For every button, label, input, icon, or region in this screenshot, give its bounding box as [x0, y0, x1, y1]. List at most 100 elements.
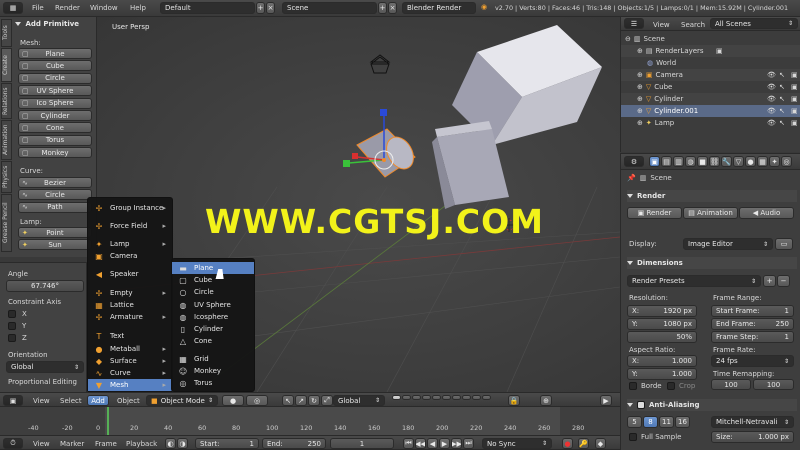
render-panel-header[interactable]: Render [627, 190, 797, 202]
particles-tab-icon[interactable]: ✦ [769, 156, 780, 167]
preview-range-button[interactable]: ◐ [165, 438, 176, 449]
frame-step-field[interactable]: Frame Step: 1 [711, 331, 794, 343]
aa-samples[interactable]: 5 8 11 16 [627, 416, 690, 428]
layer-buttons[interactable] [392, 395, 502, 406]
outliner-row-renderlayers[interactable]: ⊕ ▤ RenderLayers ▣ [621, 45, 800, 57]
menu-object[interactable]: Object [117, 397, 140, 405]
add-menu-item-camera[interactable]: ▣ Camera [88, 250, 172, 262]
mesh-submenu-item-torus[interactable]: ◎ Torus [172, 377, 254, 389]
animation-button[interactable]: ▤ Animation [683, 207, 738, 219]
editor-type-properties-icon[interactable]: ⚙ [624, 156, 644, 167]
context-tabs[interactable]: ▣ ▤ ▥ ◍ ■ ⛓ 🔧 ▽ ● ▦ ✦ ◎ [649, 156, 792, 167]
world-tab-icon[interactable]: ◍ [685, 156, 696, 167]
add-menu-item-armature[interactable]: ✢ Armature ▸ [88, 311, 172, 323]
aspect-y-field[interactable]: Y: 1.000 [627, 368, 697, 380]
add-menu-item-text[interactable]: T Text [88, 330, 172, 342]
outliner-filter-select[interactable]: All Scenes ⇕ [710, 18, 798, 29]
mesh-submenu-item-uv-sphere[interactable]: ◍ UV Sphere [172, 299, 254, 311]
checkbox[interactable] [8, 310, 16, 318]
resolution-y-field[interactable]: Y: 1080 px [627, 318, 697, 330]
render-engine-select[interactable]: Blender Render [402, 2, 476, 14]
texture-tab-icon[interactable]: ▦ [757, 156, 768, 167]
checkbox[interactable] [629, 433, 637, 441]
menu-add[interactable]: Add [87, 395, 109, 406]
play-icon[interactable]: ▶ [439, 438, 450, 449]
outliner-menu-search[interactable]: Search [681, 21, 705, 29]
layer-button[interactable] [392, 395, 401, 400]
mesh-submenu-item-icosphere[interactable]: ◍ Icosphere [172, 311, 254, 323]
current-frame-field[interactable]: 1 [330, 438, 394, 449]
shading-button[interactable]: ● [222, 395, 244, 406]
render-icon[interactable]: ▣ [791, 95, 798, 103]
constraints-tab-icon[interactable]: ⛓ [709, 156, 720, 167]
add-mesh-cube-button[interactable]: ▢ Cube [18, 60, 92, 72]
add-mesh-uv-sphere-button[interactable]: ▢ UV Sphere [18, 85, 92, 97]
add-menu-item-lamp[interactable]: ✦ Lamp ▸ [88, 238, 172, 250]
axis-z-checkbox[interactable]: Z [8, 334, 27, 342]
snap-icon[interactable]: ⊕ [540, 395, 552, 406]
timeline-menu-view[interactable]: View [33, 440, 50, 448]
remove-preset-button[interactable]: − [777, 275, 790, 287]
record-icon[interactable]: ● [562, 438, 573, 449]
keying-button[interactable]: ◑ [177, 438, 188, 449]
mesh-submenu-item-cube[interactable]: ▢ Cube [172, 274, 254, 286]
checkbox[interactable] [629, 382, 637, 390]
add-mesh-torus-button[interactable]: ▢ Torus [18, 134, 92, 146]
outliner-menu-view[interactable]: View [653, 21, 670, 29]
layer-button[interactable] [412, 395, 421, 400]
pin-icon[interactable]: 📌 [627, 174, 636, 182]
start-frame-prop-field[interactable]: Start Frame: 1 [711, 305, 794, 317]
menu-window[interactable]: Window [90, 4, 118, 12]
remove-scene-button[interactable]: × [388, 2, 397, 14]
mesh-submenu-item-plane[interactable]: ▬ Plane [172, 262, 254, 274]
aa-samples-16[interactable]: 16 [675, 416, 690, 428]
menu-help[interactable]: Help [130, 4, 146, 12]
outliner-row-camera[interactable]: ⊕ ▣ Camera 👁 ↖ ▣ [621, 69, 800, 81]
screen-layout-select[interactable]: Default [160, 2, 255, 14]
orientation-select[interactable]: Global ⇕ [6, 361, 84, 373]
timeline[interactable]: -40 -20 0 20 40 60 80 100 120 140 160 180 200 220 240 2… [0, 407, 620, 450]
remove-layout-button[interactable]: × [266, 2, 275, 14]
audio-button[interactable]: ◀ Audio [739, 207, 794, 219]
filter-size-field[interactable]: Size: 1.000 px [711, 431, 794, 443]
render-icon[interactable]: ▣ [791, 119, 798, 127]
jump-end-icon[interactable]: ⏭ [463, 438, 474, 449]
add-mesh-cone-button[interactable]: ▢ Cone [18, 122, 92, 134]
data-tab-icon[interactable]: ▽ [733, 156, 744, 167]
add-lamp-sun-button[interactable]: ✦ Sun [18, 239, 92, 251]
tab-relations[interactable]: Relations [1, 83, 12, 119]
tab-create[interactable]: Create [1, 48, 12, 82]
layer-button[interactable] [482, 395, 491, 400]
scene-select[interactable]: Scene [282, 2, 377, 14]
resolution-percent-field[interactable]: 50% [627, 331, 697, 343]
menu-view[interactable]: View [33, 397, 50, 405]
render-icon[interactable]: ▣ [791, 107, 798, 115]
render-tab-icon[interactable]: ▣ [649, 156, 660, 167]
add-menu-item-lattice[interactable]: ▦ Lattice [88, 299, 172, 311]
jump-start-icon[interactable]: ⏮ [403, 438, 414, 449]
cursor-icon[interactable]: ↖ [779, 71, 785, 79]
checkbox[interactable] [667, 382, 675, 390]
cursor-icon[interactable]: ↖ [779, 95, 785, 103]
eye-icon[interactable]: 👁 [767, 107, 776, 115]
add-preset-button[interactable]: + [763, 275, 776, 287]
layer-button[interactable] [472, 395, 481, 400]
render-presets-select[interactable]: Render Presets ⇕ [627, 275, 761, 287]
cursor-icon[interactable]: ↖ [779, 107, 785, 115]
full-sample-checkbox[interactable]: Full Sample [629, 433, 681, 441]
layer-button[interactable] [402, 395, 411, 400]
layer-button[interactable] [462, 395, 471, 400]
add-menu-item-surface[interactable]: ◆ Surface ▸ [88, 355, 172, 367]
layers-tab-icon[interactable]: ▤ [661, 156, 672, 167]
add-mesh-monkey-button[interactable]: ▢ Monkey [18, 147, 92, 159]
mesh-submenu-item-monkey[interactable]: ☺ Monkey [172, 365, 254, 377]
axis-x-checkbox[interactable]: X [8, 310, 27, 318]
modifiers-tab-icon[interactable]: 🔧 [721, 156, 732, 167]
mesh-submenu-item-grid[interactable]: ▦ Grid [172, 353, 254, 365]
layer-button[interactable] [452, 395, 461, 400]
aa-samples-8[interactable]: 8 [643, 416, 658, 428]
lock-interface-button[interactable]: ▭ [775, 238, 793, 250]
add-menu-item-group-instance[interactable]: ✢ Group Instance ▸ [88, 202, 172, 214]
editor-type-3d-icon[interactable]: ▣ [3, 395, 23, 406]
add-primitive-header[interactable]: Add Primitive [15, 20, 79, 28]
